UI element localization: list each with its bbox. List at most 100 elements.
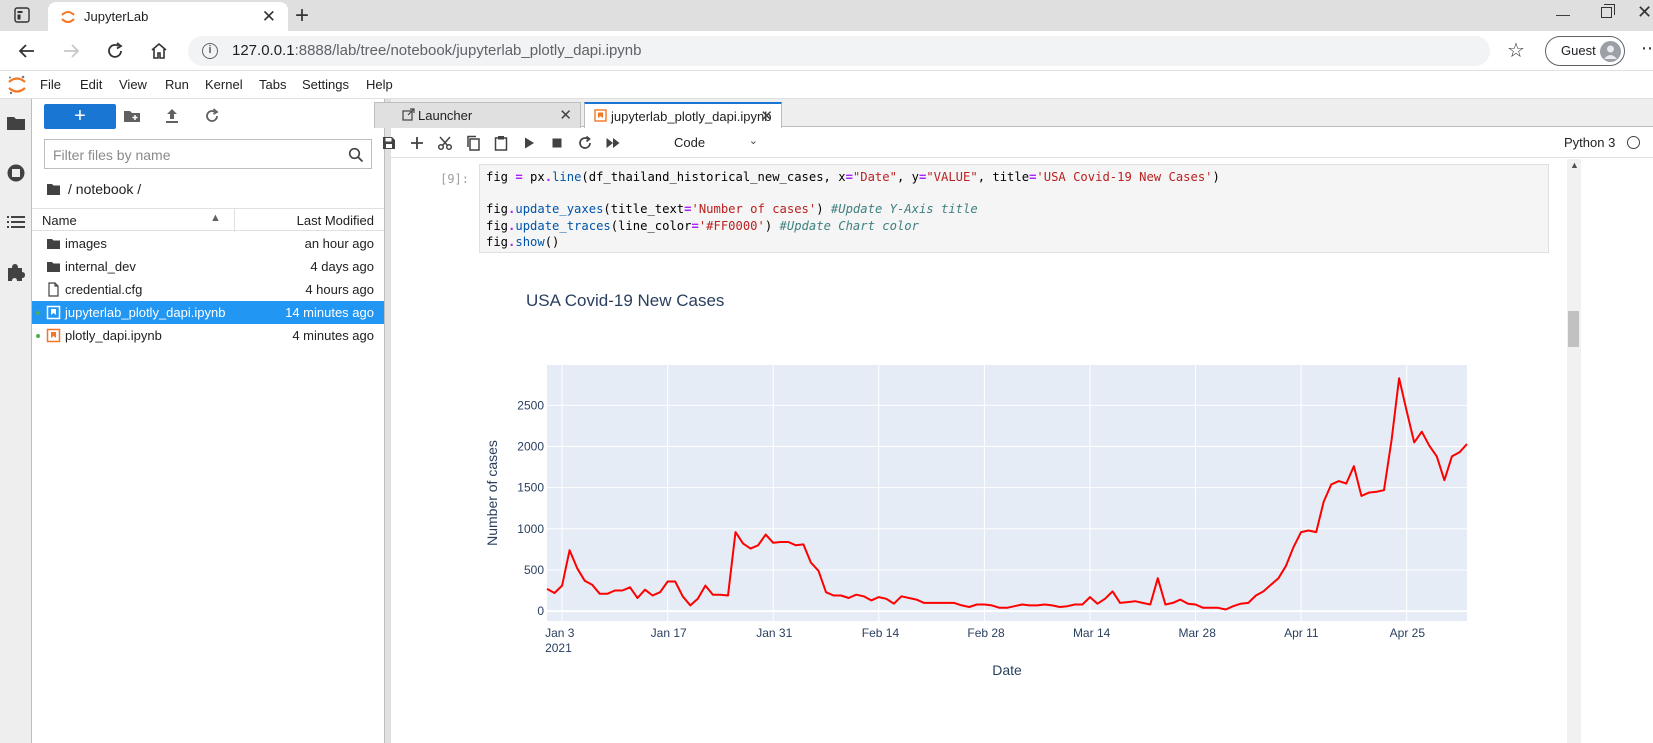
code-line: fig.update_traces(line_color='#FF0000') … [486, 218, 919, 233]
run-icon[interactable] [521, 135, 537, 151]
avatar [1600, 41, 1621, 62]
running-indicator [36, 334, 40, 338]
column-divider[interactable] [234, 209, 235, 232]
tab-notebook[interactable]: jupyterlab_plotly_dapi.ipynb ✕ [584, 102, 782, 128]
scroll-up-arrow-icon[interactable]: ▲ [1570, 160, 1579, 170]
file-name: images [65, 236, 107, 251]
file-row[interactable]: plotly_dapi.ipynb 4 minutes ago [32, 324, 384, 347]
y-tick-label: 2000 [517, 439, 544, 453]
search-icon[interactable] [348, 147, 364, 163]
menu-help[interactable]: Help [366, 77, 393, 92]
file-modified: 4 hours ago [305, 282, 374, 297]
paste-icon[interactable] [493, 135, 509, 151]
notebook-scrollbar[interactable] [1567, 159, 1581, 743]
folder-icon[interactable] [46, 182, 61, 196]
menu-file[interactable]: File [40, 77, 61, 92]
file-row[interactable]: internal_dev 4 days ago [32, 255, 384, 278]
folder-icon [47, 262, 60, 272]
reload-icon[interactable] [101, 37, 129, 65]
code-line: fig = px.line(df_thailand_historical_new… [486, 170, 1220, 184]
file-row[interactable]: credential.cfg 4 hours ago [32, 278, 384, 301]
url-text[interactable]: 127.0.0.1:8888/lab/tree/notebook/jupyter… [232, 42, 641, 59]
cell-type-value: Code [674, 135, 706, 150]
refresh-icon[interactable] [203, 107, 221, 125]
close-tab-icon[interactable]: ✕ [262, 7, 276, 27]
kernel-status-icon [1627, 136, 1640, 149]
menu-view[interactable]: View [119, 77, 147, 92]
code-cell-input[interactable]: fig = px.line(df_thailand_historical_new… [479, 164, 1549, 253]
browser-tab[interactable]: JupyterLab ✕ [48, 2, 288, 31]
site-info-icon[interactable]: i [202, 43, 218, 59]
fast-forward-icon[interactable] [605, 135, 621, 151]
file-filter [44, 139, 372, 169]
upload-icon[interactable] [163, 107, 181, 125]
file-modified: 14 minutes ago [285, 305, 374, 320]
breadcrumb-path[interactable]: / notebook / [68, 181, 141, 197]
y-axis-title: Number of cases [484, 440, 500, 546]
minimize-icon[interactable]: — [1556, 6, 1570, 22]
filter-files-input[interactable] [53, 145, 333, 165]
x-tick-label: Apr 11 [1284, 626, 1319, 640]
folder-icon[interactable] [6, 113, 26, 133]
file-icon [48, 282, 59, 297]
close-window-icon[interactable]: ✕ [1637, 2, 1652, 23]
plotly-chart[interactable]: USA Covid-19 New Cases 0 500 1000 1500 2000 25… [479, 277, 1579, 737]
add-cell-icon[interactable] [409, 135, 425, 151]
x-tick-label: Feb 14 [862, 626, 900, 640]
column-header-name[interactable]: Name [42, 213, 77, 228]
new-folder-icon[interactable] [123, 107, 141, 125]
cut-icon[interactable] [437, 135, 453, 151]
notebook-icon [46, 328, 61, 343]
column-header-last-modified[interactable]: Last Modified [297, 213, 374, 228]
menu-kernel[interactable]: Kernel [205, 77, 243, 92]
stop-icon[interactable] [549, 135, 565, 151]
profile-button[interactable]: Guest [1545, 36, 1625, 66]
favorite-star-icon[interactable]: ☆ [1507, 38, 1525, 63]
file-name: internal_dev [65, 259, 136, 274]
menu-settings[interactable]: Settings [302, 77, 349, 92]
file-row-selected[interactable]: jupyterlab_plotly_dapi.ipynb 14 minutes … [32, 301, 384, 324]
save-icon[interactable] [381, 135, 397, 151]
home-icon[interactable] [145, 37, 173, 65]
y-tick-label: 2500 [517, 398, 544, 412]
table-of-contents-icon[interactable] [6, 212, 26, 232]
scrollbar-thumb[interactable] [1568, 311, 1579, 347]
new-tab-button[interactable]: + [295, 2, 309, 30]
launcher-icon [402, 108, 415, 121]
close-icon[interactable]: ✕ [760, 107, 773, 125]
document-tab-bar: Launcher ✕ jupyterlab_plotly_dapi.ipynb … [374, 99, 1653, 128]
x-tick-label: Apr 25 [1390, 626, 1426, 640]
restore-window-icon[interactable] [1601, 4, 1615, 18]
window-menu-icon[interactable] [14, 7, 30, 23]
notebook-panel: [9]: fig = px.line(df_thailand_historica… [391, 159, 1653, 743]
main-area: Launcher ✕ jupyterlab_plotly_dapi.ipynb … [374, 99, 1653, 743]
browser-menu-icon[interactable]: ⋯ [1641, 38, 1653, 59]
notebook-toolbar: Code ⌄ Python 3 [383, 128, 1653, 158]
extension-puzzle-icon[interactable] [6, 262, 26, 282]
menu-edit[interactable]: Edit [80, 77, 102, 92]
restart-icon[interactable] [577, 135, 593, 151]
back-arrow-icon[interactable] [13, 37, 41, 65]
browser-tab-title: JupyterLab [84, 9, 149, 24]
copy-icon[interactable] [465, 135, 481, 151]
kernel-name[interactable]: Python 3 [1564, 135, 1615, 150]
panel-splitter[interactable] [384, 99, 391, 743]
chart-title: USA Covid-19 New Cases [526, 291, 724, 310]
sort-caret-up-icon[interactable]: ▲ [210, 212, 221, 224]
tab-launcher[interactable]: Launcher ✕ [374, 102, 581, 128]
menu-run[interactable]: Run [165, 77, 189, 92]
x-tick-label: Feb 28 [967, 626, 1005, 640]
file-row[interactable]: images an hour ago [32, 232, 384, 255]
x-tick-label: Jan 3 [545, 626, 575, 640]
new-launcher-button[interactable]: + [44, 104, 116, 129]
forward-arrow-icon[interactable] [57, 37, 85, 65]
x-tick-label: Mar 28 [1179, 626, 1217, 640]
x-tick-label: Mar 14 [1073, 626, 1111, 640]
close-icon[interactable]: ✕ [559, 106, 572, 124]
jupyter-favicon-icon [61, 11, 75, 23]
code-line: fig.update_yaxes(title_text='Number of c… [486, 202, 978, 217]
address-field[interactable]: i 127.0.0.1:8888/lab/tree/notebook/jupyt… [188, 36, 1490, 66]
running-sessions-icon[interactable] [6, 163, 26, 183]
cell-type-select[interactable]: Code ⌄ [674, 134, 764, 153]
menu-tabs[interactable]: Tabs [259, 77, 286, 92]
